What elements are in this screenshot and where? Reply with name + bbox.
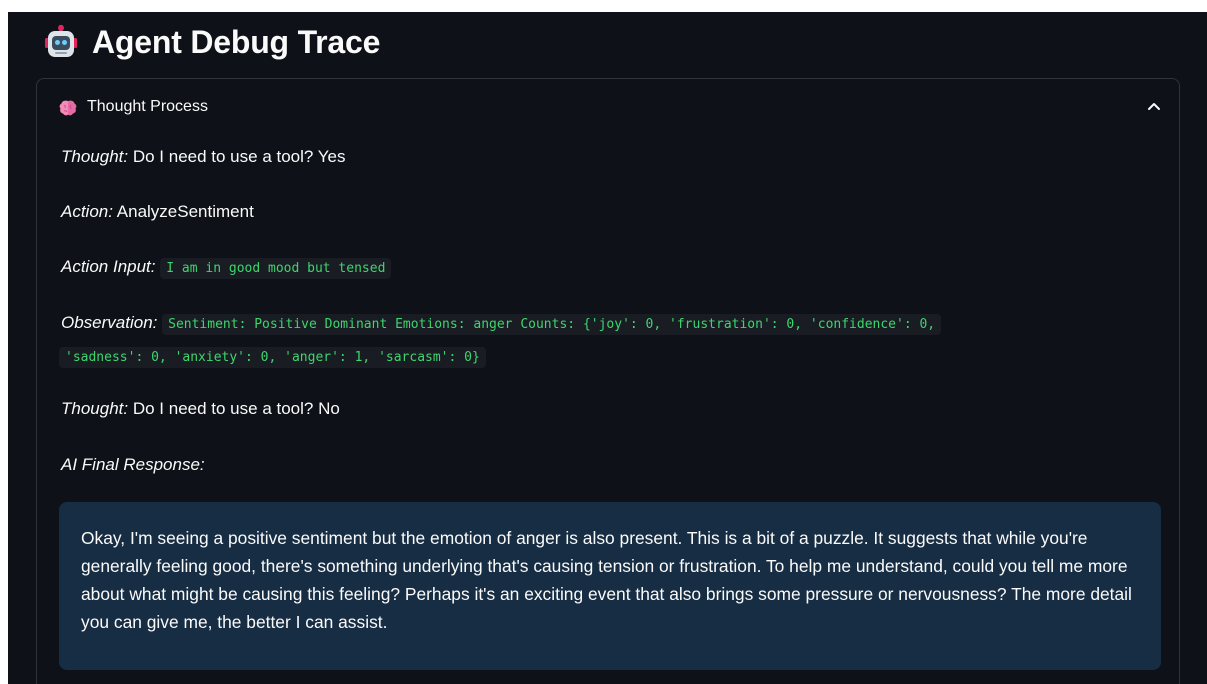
thought-line-2: Thought: Do I need to use a tool? No [61, 399, 340, 419]
thought-process-expander-header[interactable]: Thought Process [37, 79, 1179, 137]
brain-icon [59, 100, 77, 116]
thought-label: Thought: [61, 399, 129, 418]
expander-label: Thought Process [87, 98, 208, 115]
observation-code-line-2: 'sadness': 0, 'anxiety': 0, 'anger': 1, … [59, 347, 486, 368]
action-line: Action: AnalyzeSentiment [61, 202, 254, 222]
observation-label: Observation: [61, 313, 158, 332]
page-title: Agent Debug Trace [92, 23, 381, 60]
action-label: Action: [61, 202, 113, 221]
ai-response-box: Okay, I'm seeing a positive sentiment bu… [59, 502, 1161, 670]
thought-line-1: Thought: Do I need to use a tool? Yes [61, 147, 346, 167]
thought-label: Thought: [61, 147, 129, 166]
observation-line-1: Observation: Sentiment: Positive Dominan… [61, 313, 942, 335]
chevron-up-icon[interactable] [1147, 101, 1161, 111]
app-container: Agent Debug Trace Thought Process Though… [8, 12, 1207, 684]
robot-icon [45, 25, 77, 57]
observation-code-line-1: Sentiment: Positive Dominant Emotions: a… [162, 314, 942, 335]
thought-process-expander: Thought Process Thought: Do I need to us… [36, 78, 1180, 684]
page-header: Agent Debug Trace [44, 22, 380, 62]
final-response-line: AI Final Response: [61, 455, 205, 475]
action-input-line: Action Input: I am in good mood but tens… [61, 257, 392, 279]
action-text: AnalyzeSentiment [116, 202, 254, 221]
window-top-edge [0, 0, 1207, 12]
ai-response-text: Okay, I'm seeing a positive sentiment bu… [81, 528, 1132, 632]
action-input-code: I am in good mood but tensed [160, 258, 392, 279]
observation-line-2: 'sadness': 0, 'anxiety': 0, 'anger': 1, … [59, 346, 486, 368]
final-response-label: AI Final Response: [61, 455, 205, 474]
window-left-edge [0, 0, 8, 684]
thought-text: Do I need to use a tool? No [132, 399, 340, 418]
action-input-label: Action Input: [61, 257, 156, 276]
thought-text: Do I need to use a tool? Yes [132, 147, 346, 166]
